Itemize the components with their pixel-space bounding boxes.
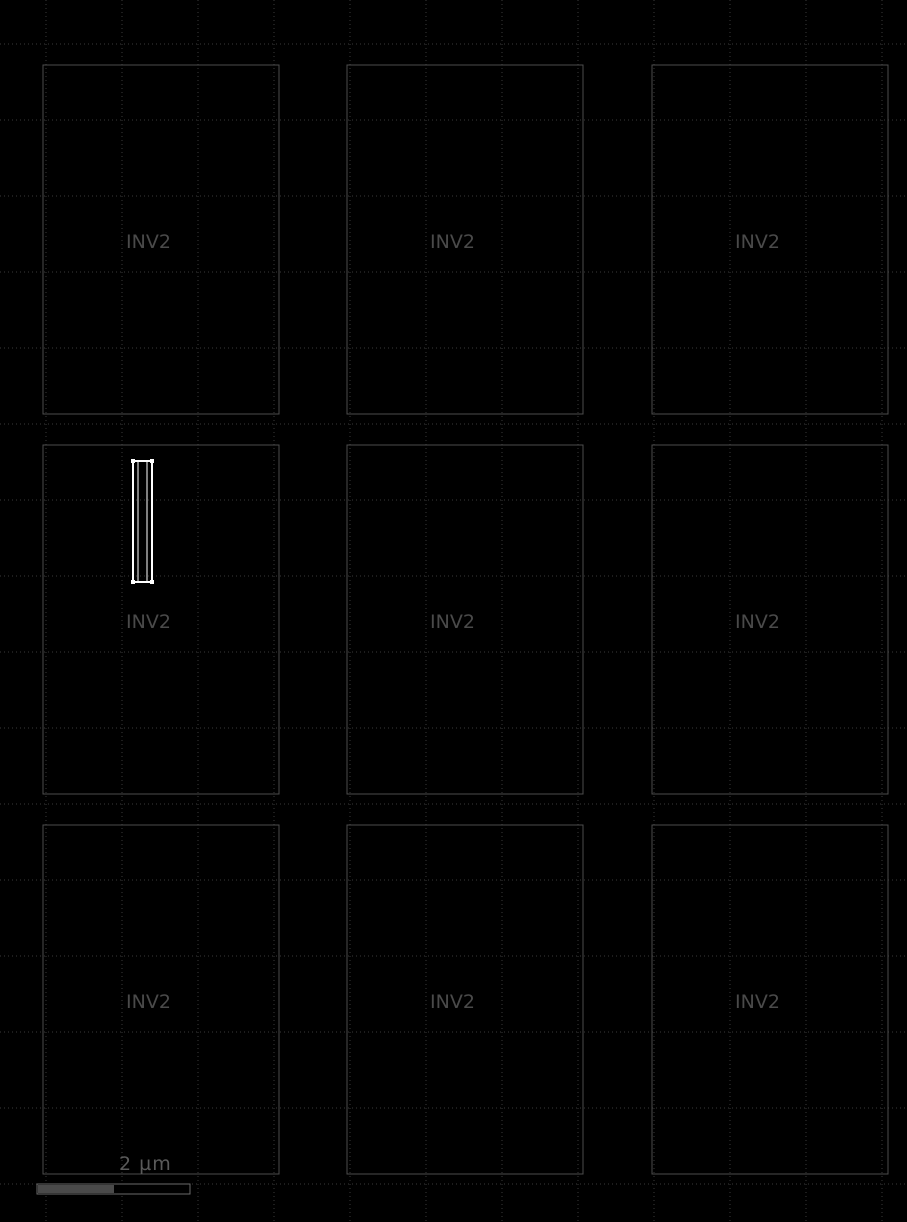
cell-label: INV2 bbox=[430, 611, 475, 633]
scale-bar-label: 2 µm bbox=[119, 1153, 172, 1175]
scale-bar-fill bbox=[38, 1185, 114, 1193]
cell-label: INV2 bbox=[735, 611, 780, 633]
selection-handle-bottom-right[interactable] bbox=[150, 580, 154, 584]
layout-canvas[interactable]: INV2 INV2 INV2 INV2 INV2 INV2 INV2 INV2 INV2 2 µ… bbox=[0, 0, 907, 1222]
cell-label: INV2 bbox=[430, 231, 475, 253]
cell-label: INV2 bbox=[126, 231, 171, 253]
cell-label: INV2 bbox=[126, 611, 171, 633]
cell-label: INV2 bbox=[735, 991, 780, 1013]
cell-label: INV2 bbox=[735, 231, 780, 253]
cell-array: INV2 INV2 INV2 INV2 INV2 INV2 INV2 INV2 INV2 bbox=[42, 64, 889, 1175]
selection-handle-top-left[interactable] bbox=[131, 459, 135, 463]
cell-label: INV2 bbox=[126, 991, 171, 1013]
selection-handle-top-right[interactable] bbox=[150, 459, 154, 463]
cell-label: INV2 bbox=[430, 991, 475, 1013]
selection-handle-bottom-left[interactable] bbox=[131, 580, 135, 584]
